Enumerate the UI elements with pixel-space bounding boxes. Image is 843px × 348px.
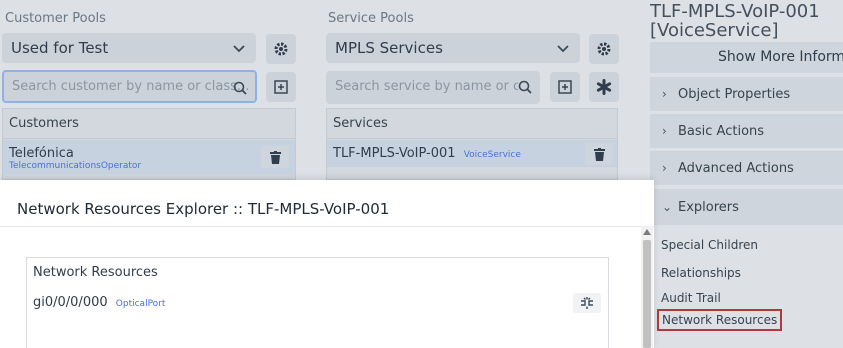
object-class: [VoiceService] [650, 20, 779, 41]
scroll-up-arrow-icon[interactable] [643, 229, 651, 235]
service-search-input[interactable]: Search service by name or cla [326, 71, 540, 104]
service-name: TLF-MPLS-VoIP-001 [333, 146, 456, 161]
chevron-right-icon: › [662, 161, 667, 175]
customer-search-placeholder: Search customer by name or class... [12, 79, 250, 94]
services-list: Services TLF-MPLS-VoIP-001 VoiceService [326, 108, 618, 180]
chevron-down-icon: ⌄ [662, 200, 673, 214]
chevron-down-icon [557, 45, 569, 53]
section-explorers[interactable]: ⌄ Explorers [650, 189, 843, 225]
chevron-right-icon: › [662, 87, 667, 101]
customer-class: TelecommunicationsOperator [9, 161, 142, 171]
customer-pool-select[interactable]: Used for Test [2, 33, 256, 63]
explorer-audit-trail[interactable]: Audit Trail [661, 291, 721, 305]
trash-icon [269, 150, 281, 164]
customers-list: Customers Telefónica TelecommunicationsO… [2, 108, 296, 180]
service-pool-selected: MPLS Services [335, 39, 443, 57]
trash-icon [593, 147, 605, 161]
section-label: Advanced Actions [678, 160, 794, 176]
chevron-down-icon [233, 45, 245, 53]
service-class: VoiceService [463, 150, 521, 160]
section-advanced-actions[interactable]: › Advanced Actions [650, 151, 843, 185]
unlink-icon [581, 297, 593, 309]
plus-square-icon [558, 80, 572, 94]
search-icon [518, 80, 532, 94]
resource-class: OpticalPort [115, 299, 166, 309]
delete-customer-button[interactable] [261, 146, 289, 168]
explorer-network-resources[interactable]: Network Resources [657, 309, 783, 331]
explorer-special-children[interactable]: Special Children [661, 238, 758, 252]
asterisk-icon [596, 79, 612, 95]
service-filter-button[interactable] [589, 72, 619, 102]
section-label: Basic Actions [678, 123, 765, 139]
show-more-info-button[interactable]: Show More Informa [650, 42, 843, 73]
add-service-button[interactable] [550, 72, 580, 102]
service-pools-label: Service Pools [328, 11, 414, 26]
dialog-title: Network Resources Explorer :: TLF-MPLS-V… [17, 200, 390, 218]
service-search-placeholder: Search service by name or cla [335, 79, 532, 94]
service-pool-settings-button[interactable] [589, 34, 619, 64]
delete-service-button[interactable] [585, 143, 613, 165]
scrollbar-thumb[interactable] [643, 240, 651, 348]
network-resources-dialog: Network Resources Explorer :: TLF-MPLS-V… [0, 180, 654, 348]
section-label: Explorers [678, 199, 739, 215]
network-resources-header: Network Resources [33, 265, 158, 280]
service-pool-select[interactable]: MPLS Services [326, 33, 580, 63]
section-object-properties[interactable]: › Object Properties [650, 77, 843, 111]
list-item[interactable]: TLF-MPLS-VoIP-001 VoiceService [327, 140, 617, 167]
resource-name: gi0/0/0/000 [33, 295, 108, 310]
search-icon [233, 81, 247, 95]
add-customer-button[interactable] [266, 72, 296, 102]
customer-search-input[interactable]: Search customer by name or class... [2, 70, 257, 103]
network-resources-panel: Network Resources gi0/0/0/000 OpticalPor… [26, 257, 609, 348]
divider [0, 226, 654, 227]
plus-square-icon [274, 80, 288, 94]
release-resource-button[interactable] [573, 293, 601, 313]
customer-pool-settings-button[interactable] [266, 34, 296, 64]
list-item[interactable]: gi0/0/0/000 OpticalPort [33, 295, 165, 310]
gear-icon [274, 42, 288, 56]
chevron-right-icon: › [662, 124, 667, 138]
section-basic-actions[interactable]: › Basic Actions [650, 114, 843, 148]
customer-pool-selected: Used for Test [11, 39, 109, 57]
gear-icon [597, 42, 611, 56]
services-list-header: Services [327, 109, 617, 139]
object-name: TLF-MPLS-VoIP-001 [650, 1, 820, 22]
explorer-relationships[interactable]: Relationships [661, 266, 741, 280]
customer-name: Telefónica [9, 146, 74, 161]
customers-list-header: Customers [3, 109, 295, 139]
section-label: Object Properties [678, 86, 791, 102]
customer-pools-label: Customer Pools [5, 11, 106, 26]
object-title: TLF-MPLS-VoIP-001 [VoiceService] [650, 2, 820, 40]
list-item[interactable]: Telefónica TelecommunicationsOperator [3, 140, 295, 174]
